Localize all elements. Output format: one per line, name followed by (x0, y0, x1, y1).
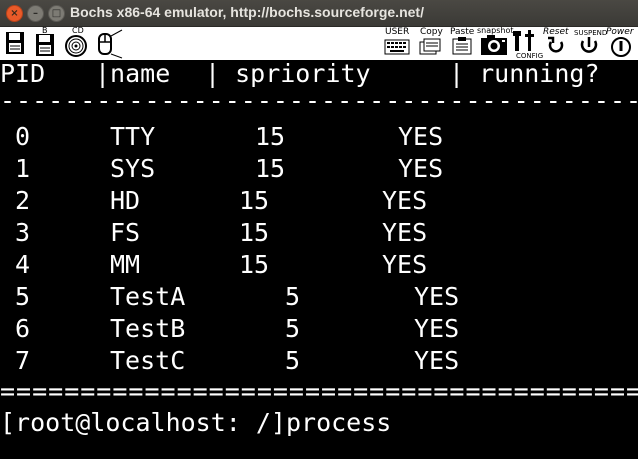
row-running: YES (414, 314, 460, 343)
mouse-capture-button[interactable] (94, 28, 124, 59)
user-label: USER (385, 27, 410, 37)
row-priority: 5 (285, 282, 301, 311)
row-pid: 7 (15, 346, 31, 375)
command-prompt[interactable]: [root@localhost: /]process (0, 409, 391, 437)
window-title: Bochs x86-64 emulator, http://bochs.sour… (70, 4, 424, 20)
floppy-b-button[interactable]: B (30, 26, 60, 59)
row-pid: 3 (15, 218, 31, 247)
dash-separator: ---------------------------------------- (0, 91, 638, 111)
bochs-toolbar: B CD USER Copy Paste snapshot CONFIG Res… (0, 27, 638, 60)
reset-button[interactable]: Reset (542, 28, 572, 59)
row-priority: 15 (239, 250, 270, 279)
row-pid: 1 (15, 154, 31, 183)
row-priority: 5 (285, 314, 301, 343)
maximize-icon: □ (51, 8, 62, 19)
row-running: YES (414, 346, 460, 375)
power-button[interactable]: Power (606, 28, 638, 59)
suspend-button[interactable]: SUSPEND (574, 28, 608, 59)
close-icon: × (10, 8, 19, 19)
row-name: TestA (110, 282, 186, 311)
row-running: YES (398, 154, 444, 183)
row-name: TTY (110, 122, 156, 151)
equals-separator: ======================================== (0, 382, 638, 402)
paste-button[interactable]: Paste (448, 28, 476, 59)
paste-label: Paste (450, 27, 475, 37)
terminal-screen[interactable]: PID |name | spriority | running? -------… (0, 60, 638, 459)
row-name: FS (110, 218, 141, 247)
floppy-icon (6, 32, 24, 54)
row-name: MM (110, 250, 141, 279)
suspend-label: SUSPEND (574, 29, 608, 37)
row-name: SYS (110, 154, 156, 183)
header-pid: PID (0, 59, 46, 88)
user-button[interactable]: USER (383, 28, 411, 59)
copy-button[interactable]: Copy (416, 28, 444, 59)
window-close-button[interactable]: × (6, 5, 23, 22)
row-pid: 0 (15, 122, 31, 151)
row-priority: 15 (255, 122, 286, 151)
row-priority: 15 (255, 154, 286, 183)
row-running: YES (382, 186, 428, 215)
row-priority: 15 (239, 218, 270, 247)
cdrom-label: CD (72, 26, 84, 35)
snapshot-button[interactable]: snapshot (477, 26, 514, 59)
window-maximize-button[interactable]: □ (48, 5, 65, 22)
row-running: YES (398, 122, 444, 151)
row-pid: 4 (15, 250, 31, 279)
row-pid: 6 (15, 314, 31, 343)
cdrom-button[interactable]: CD (62, 26, 92, 59)
row-name: TestB (110, 314, 186, 343)
row-name: TestC (110, 346, 186, 375)
floppy-a-button[interactable] (2, 28, 28, 59)
minimize-icon: – (33, 8, 38, 19)
copy-label: Copy (420, 27, 443, 37)
reset-label: Reset (543, 27, 569, 37)
row-priority: 15 (239, 186, 270, 215)
row-priority: 5 (285, 346, 301, 375)
header-running: | running? (449, 59, 600, 88)
snapshot-label: snapshot (477, 26, 514, 35)
config-button[interactable]: CONFIG (512, 28, 543, 60)
row-running: YES (382, 218, 428, 247)
row-running: YES (414, 282, 460, 311)
power-label: Power (606, 27, 634, 37)
header-spriority: | spriority (205, 59, 371, 88)
window-minimize-button[interactable]: – (27, 5, 44, 22)
title-bar: × – □ Bochs x86-64 emulator, http://boch… (0, 0, 638, 27)
header-name: |name (95, 59, 171, 88)
emulator-window: × – □ Bochs x86-64 emulator, http://boch… (0, 0, 638, 459)
floppy-b-label: B (42, 26, 48, 35)
row-pid: 5 (15, 282, 31, 311)
mouse-icon (98, 29, 123, 59)
row-running: YES (382, 250, 428, 279)
row-name: HD (110, 186, 141, 215)
row-pid: 2 (15, 186, 31, 215)
